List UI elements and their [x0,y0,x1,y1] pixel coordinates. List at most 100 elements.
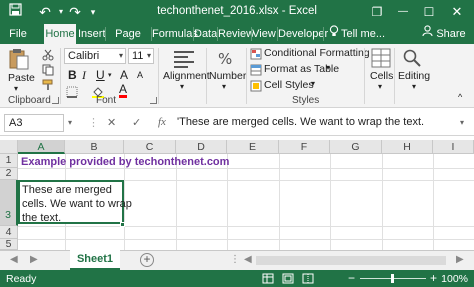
group-separator [60,48,61,104]
zoom-in-button[interactable]: + [430,271,437,285]
paste-dropdown-icon[interactable]: ▾ [14,84,18,93]
column-header-f[interactable]: F [279,140,330,154]
chevron-down-icon[interactable]: ▾ [119,49,123,63]
zoom-out-button[interactable]: − [348,271,355,285]
name-box[interactable]: A3 [4,114,64,132]
page-layout-view-icon[interactable] [282,273,294,287]
minimize-button[interactable]: — [392,2,414,22]
tab-insert[interactable]: Insert [78,24,106,44]
borders-icon[interactable] [66,86,78,101]
underline-dropdown-icon[interactable]: ▾ [108,71,112,79]
paste-label[interactable]: Paste [8,72,35,84]
gridline [382,154,383,250]
alignment-dropdown-icon[interactable]: ▾ [180,82,184,91]
name-box-dropdown-icon[interactable]: ▾ [68,118,72,127]
tab-split-grip-icon[interactable]: ⋮ [230,254,240,265]
find-icon[interactable] [402,48,422,71]
close-button[interactable]: ✕ [446,2,468,22]
tab-home[interactable]: Home [44,24,76,44]
conditional-formatting-button[interactable]: Conditional Formatting [264,47,370,59]
column-header-i[interactable]: I [433,140,474,154]
tab-page-layout[interactable]: Page Layo [106,24,150,60]
scroll-sheets-right-icon[interactable]: ▶ [30,254,38,265]
cell-styles-dropdown-icon[interactable]: ▾ [311,79,315,88]
format-as-table-icon[interactable] [250,64,262,79]
hscroll-left-icon[interactable]: ◀ [244,254,252,265]
new-sheet-button[interactable]: + [140,253,154,267]
ribbon-display-options-button[interactable]: ❐ [366,2,388,22]
expand-formula-bar-icon[interactable]: ▾ [460,118,464,127]
maximize-button[interactable]: ☐ [418,2,440,22]
clipboard-launcher-icon[interactable] [52,97,59,104]
row-header-3[interactable]: 3 [0,180,18,226]
zoom-level[interactable]: 100% [441,273,468,285]
chevron-down-icon[interactable]: ▾ [147,49,151,63]
grow-font-button[interactable]: A [120,68,128,82]
hscroll-right-icon[interactable]: ▶ [456,254,464,265]
font-size-box[interactable]: 11 ▾ [128,48,154,64]
cell-a1[interactable]: Example provided by techonthenet.com [21,156,229,168]
font-launcher-icon[interactable] [150,97,157,104]
cells-label[interactable]: Cells [370,70,393,82]
conditional-formatting-icon[interactable] [250,48,262,63]
row-header-5[interactable]: 5 [0,239,18,250]
number-dropdown-icon[interactable]: ▾ [222,82,226,91]
page-break-view-icon[interactable] [302,273,314,287]
share-button[interactable]: Share [434,24,468,44]
shrink-font-button[interactable]: A [137,70,143,80]
cell-styles-icon[interactable] [250,80,262,95]
column-header-e[interactable]: E [227,140,279,154]
fill-handle[interactable] [120,222,125,227]
zoom-slider-thumb[interactable] [391,274,394,283]
column-header-a[interactable]: A [18,140,65,154]
cells-icon[interactable] [371,48,391,71]
format-as-table-dropdown-icon[interactable]: ▾ [326,63,330,72]
excel-window: ↶ ▾ ↷ ▾ techonthenet_2016.xlsx - Excel ❐… [0,0,474,287]
editing-label[interactable]: Editing [398,70,430,82]
share-person-icon[interactable] [420,24,434,44]
group-separator [246,48,247,104]
tab-developer[interactable]: Developer [278,24,328,44]
select-all-button[interactable] [0,140,18,154]
underline-button[interactable]: U [96,68,105,82]
cancel-icon[interactable]: ✕ [107,116,116,129]
cells-dropdown-icon[interactable]: ▾ [378,82,382,91]
tab-file[interactable]: File [6,24,30,44]
tab-data[interactable]: Data [194,24,217,44]
formula-input[interactable]: 'These are merged cells. We want to wrap… [177,116,424,128]
insert-function-icon[interactable]: fx [158,116,166,128]
column-header-c[interactable]: C [124,140,176,154]
row-header-1[interactable]: 1 [0,154,18,168]
column-header-g[interactable]: G [330,140,382,154]
font-color-button[interactable]: A [119,83,128,98]
number-label[interactable]: Number [209,70,246,82]
paste-icon[interactable] [9,48,29,73]
column-header-d[interactable]: D [176,140,227,154]
worksheet-grid[interactable]: A B C D E F G H I 1 2 3 4 5 Example prov… [0,140,474,250]
cut-icon[interactable] [42,49,54,64]
sheet-tab-sheet1[interactable]: Sheet1 [70,250,120,270]
collapse-ribbon-icon[interactable]: ^ [458,92,462,102]
tab-formulas[interactable]: Formulas [152,24,198,44]
bold-button[interactable]: B [68,68,77,82]
cell-styles-button[interactable]: Cell Styles [264,79,314,91]
font-name-box[interactable]: Calibri ▾ [64,48,126,64]
tab-view[interactable]: View [252,24,276,44]
cell-a3-selected[interactable]: These are merged cells. We want to wrap … [18,180,132,224]
format-painter-icon[interactable] [42,79,54,94]
column-header-b[interactable]: B [65,140,124,154]
alignment-label[interactable]: Alignment [163,70,210,82]
editing-dropdown-icon[interactable]: ▾ [412,82,416,91]
normal-view-icon[interactable] [262,273,274,287]
group-separator [364,48,365,104]
scroll-sheets-left-icon[interactable]: ◀ [10,254,18,265]
tell-me-search[interactable]: Tell me... [340,24,386,44]
tab-review[interactable]: Review [218,24,254,44]
column-header-h[interactable]: H [382,140,433,154]
copy-icon[interactable] [42,64,54,79]
row-header-2[interactable]: 2 [0,168,18,180]
italic-button[interactable]: I [82,68,86,83]
horizontal-scrollbar[interactable] [256,256,446,265]
group-label-clipboard: Clipboard [8,95,51,106]
enter-icon[interactable]: ✓ [132,116,141,129]
